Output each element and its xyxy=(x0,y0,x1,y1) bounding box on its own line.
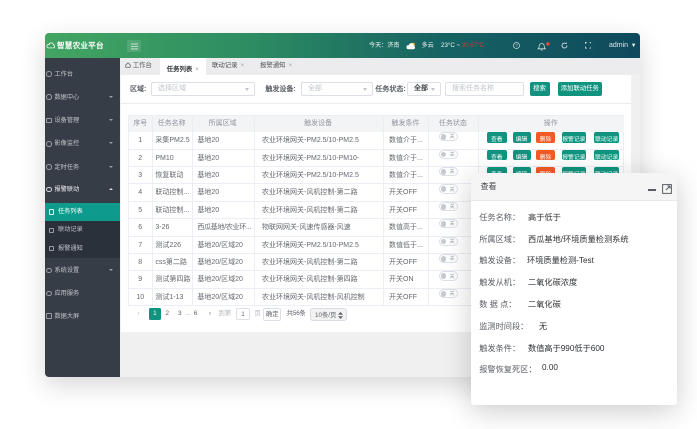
svg-text:?: ? xyxy=(515,43,518,48)
